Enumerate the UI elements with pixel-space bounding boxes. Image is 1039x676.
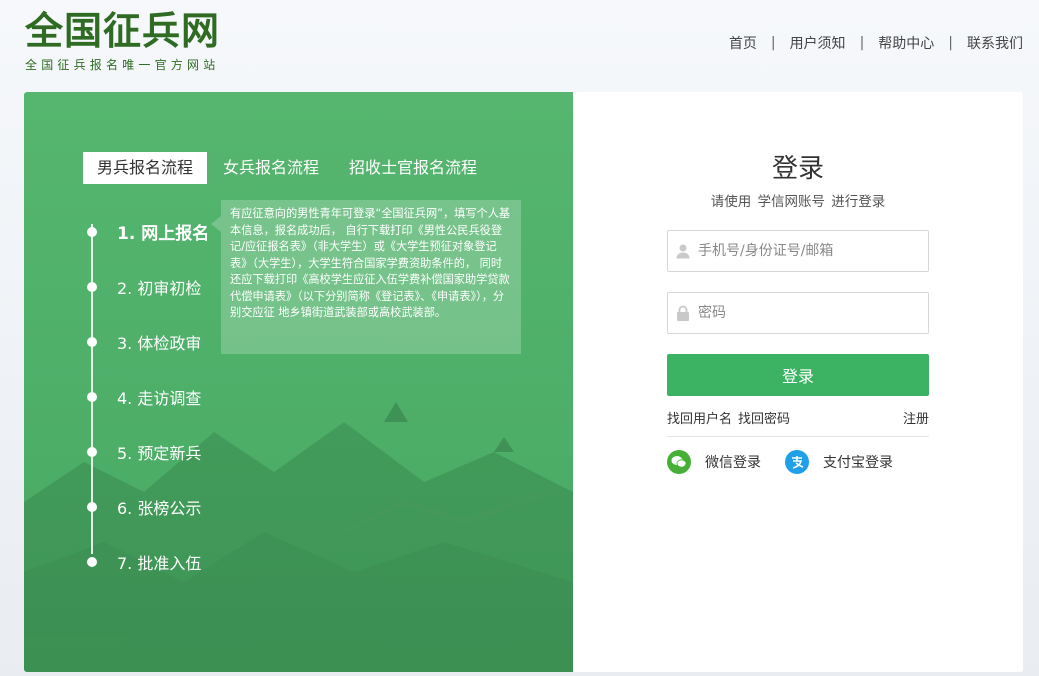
password-input[interactable]: [698, 294, 918, 332]
step-label: 5. 预定新兵: [117, 443, 202, 463]
alipay-icon: [785, 450, 809, 474]
step-dot-icon: [87, 391, 97, 402]
step-label: 3. 体检政审: [117, 333, 202, 353]
process-tabs: 男兵报名流程 女兵报名流程 招收士官报名流程: [83, 152, 493, 184]
step-preliminary-check[interactable]: 2. 初审初检: [86, 259, 209, 314]
tab-nco-process[interactable]: 招收士官报名流程: [335, 152, 491, 184]
user-icon: [668, 243, 698, 259]
nav-help-center[interactable]: 帮助中心: [878, 33, 934, 53]
account-links: 找回用户名 找回密码 注册: [667, 408, 929, 428]
process-steps: 1. 网上报名 2. 初审初检 3. 体检政审 4. 走访调查 5. 预定新兵 …: [86, 204, 209, 589]
login-title: 登录: [771, 154, 824, 184]
step-online-registration[interactable]: 1. 网上报名: [86, 204, 209, 259]
step-preselect-recruits[interactable]: 5. 预定新兵: [86, 424, 209, 479]
site-logo[interactable]: 全国征兵网 全国征兵报名唯一官方网站: [25, 10, 220, 73]
step-dot-icon: [87, 281, 97, 292]
step-medical-political-review[interactable]: 3. 体检政审: [86, 314, 209, 369]
find-username-link[interactable]: 找回用户名: [667, 408, 732, 427]
username-input[interactable]: [698, 232, 918, 270]
step-label: 4. 走访调查: [117, 388, 202, 408]
step-dot-icon: [87, 501, 97, 512]
lock-icon: [668, 305, 698, 321]
wechat-login-button[interactable]: 微信登录: [667, 450, 761, 474]
nav-separator: |: [770, 35, 776, 51]
step-dot-icon: [87, 446, 97, 457]
nav-separator: |: [948, 35, 953, 51]
top-nav: 首页 | 用户须知 | 帮助中心 | 联系我们: [729, 33, 1023, 53]
step-public-announcement[interactable]: 6. 张榜公示: [86, 479, 209, 534]
nav-contact-us[interactable]: 联系我们: [967, 33, 1023, 53]
find-password-link[interactable]: 找回密码: [738, 408, 790, 427]
main-card: 男兵报名流程 女兵报名流程 招收士官报名流程 1. 网上报名 2. 初审初检 3…: [24, 92, 1023, 672]
alipay-login-button[interactable]: 支付宝登录: [785, 450, 893, 474]
login-subtitle: 请使用 学信网账号 进行登录: [710, 194, 886, 210]
step-description-tooltip: 有应征意向的男性青年可登录“全国征兵网”，填写个人基本信息，报名成功后， 自行下…: [211, 200, 521, 354]
step-enlistment-approval[interactable]: 7. 批准入伍: [86, 534, 209, 589]
password-field: [667, 292, 929, 334]
wechat-login-label: 微信登录: [705, 455, 761, 471]
nav-user-notice[interactable]: 用户须知: [790, 33, 846, 53]
nav-home[interactable]: 首页: [729, 33, 757, 53]
logo-subtitle: 全国征兵报名唯一官方网站: [25, 58, 220, 72]
step-label: 1. 网上报名: [117, 224, 210, 244]
login-button[interactable]: 登录: [667, 354, 929, 396]
username-field: [667, 230, 929, 272]
divider: [667, 436, 929, 437]
register-link[interactable]: 注册: [903, 408, 929, 427]
step-label: 6. 张榜公示: [117, 498, 202, 518]
process-panel: 男兵报名流程 女兵报名流程 招收士官报名流程 1. 网上报名 2. 初审初检 3…: [24, 92, 573, 672]
alipay-login-label: 支付宝登录: [823, 455, 893, 471]
step-dot-icon: [87, 336, 97, 347]
tab-male-process[interactable]: 男兵报名流程: [83, 152, 208, 184]
step-label: 2. 初审初检: [117, 278, 202, 298]
step-dot-icon: [87, 556, 97, 567]
step-label: 7. 批准入伍: [117, 553, 202, 573]
nav-separator: |: [859, 35, 865, 51]
logo-title: 全国征兵网: [25, 9, 221, 53]
step-home-visit[interactable]: 4. 走访调查: [86, 369, 209, 424]
step-dot-icon: [87, 226, 97, 237]
login-panel: 登录 请使用 学信网账号 进行登录 登录 找回用户名 找回密码 注册 微信登: [573, 92, 1023, 672]
tab-female-process[interactable]: 女兵报名流程: [209, 152, 333, 184]
wechat-icon: [667, 450, 691, 474]
